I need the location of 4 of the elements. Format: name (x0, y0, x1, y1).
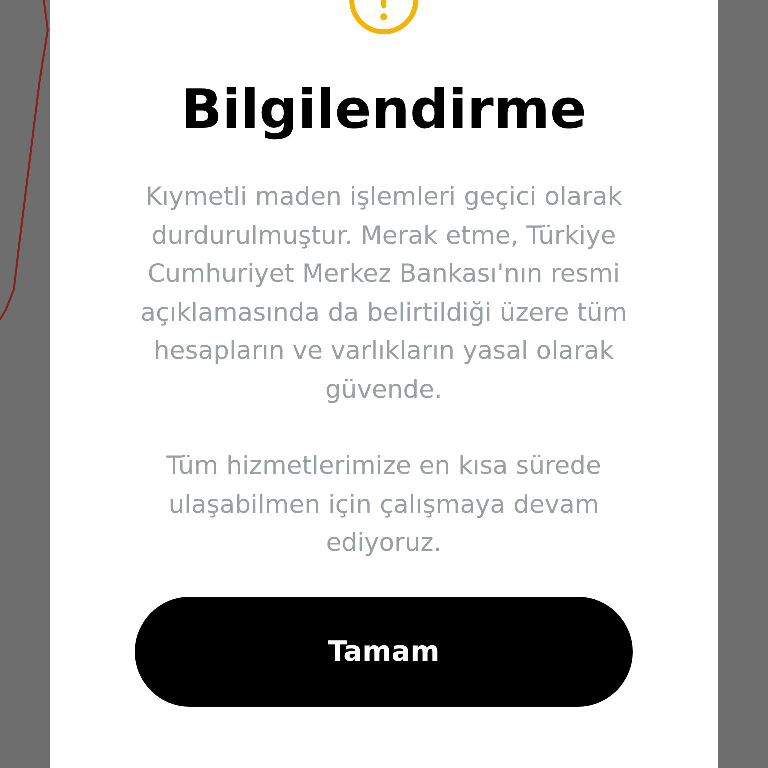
dialog-title: Bilgilendirme (181, 78, 587, 142)
ok-button[interactable]: Tamam (135, 596, 633, 706)
message-text: Kıymetli maden işlemleri geçici olarak durdurulmuştur. Merak etme, Türkiye Cumhuriyet Merkez Bankası'nın resmi açıklamasında da belirtildiği üzere tüm hesapların ve varlıkların yasal olarak güvende. (140, 181, 628, 406)
message-text: Tüm hizmetlerimize en kısa sürede ulaşabilmen için çalışmaya devam ediyoruz. (166, 450, 602, 559)
